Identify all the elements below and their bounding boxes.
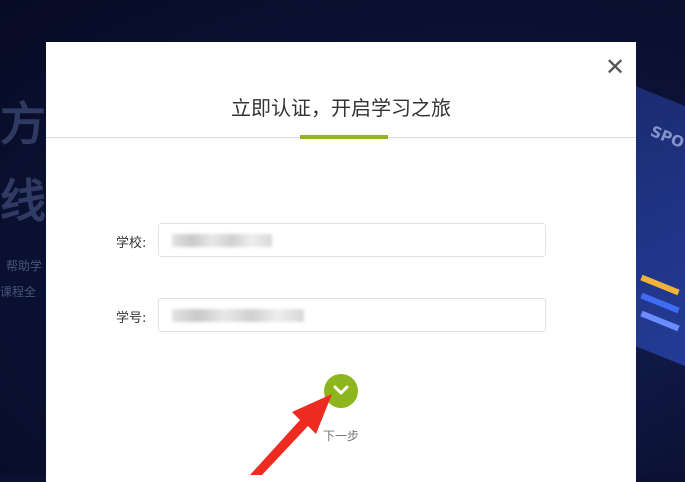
close-icon[interactable]: ✕: [604, 55, 626, 79]
chevron-down-icon: [333, 385, 349, 395]
modal-title: 立即认证，开启学习之旅: [231, 96, 451, 120]
redacted-student-id-value: [172, 309, 304, 322]
next-step-label: 下一步: [323, 429, 360, 443]
background-subtitle-2: 课程全: [0, 285, 37, 299]
next-step-button[interactable]: [324, 374, 358, 408]
background-title-line-2: 线: [0, 174, 50, 228]
student-id-label: 学号:: [116, 311, 147, 326]
school-label: 学校:: [116, 236, 147, 251]
verification-modal: ✕ 立即认证，开启学习之旅 学校: 学号: 下一步: [46, 42, 636, 482]
background-subtitle-1: 帮助学: [6, 259, 43, 273]
background-title-line-1: 方: [0, 97, 50, 151]
student-id-row: 学号:: [46, 298, 636, 334]
school-row: 学校:: [46, 223, 636, 259]
title-accent-underline: [300, 135, 388, 139]
redacted-school-value: [172, 234, 272, 247]
